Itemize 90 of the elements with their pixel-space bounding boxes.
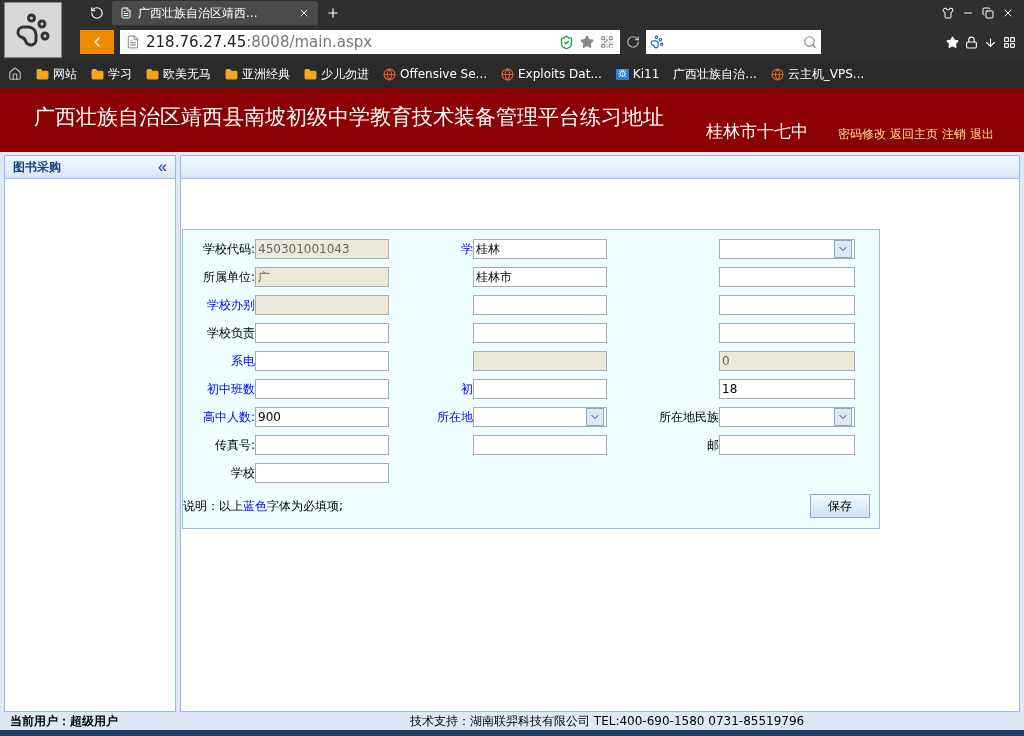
input-field[interactable] <box>473 295 607 315</box>
back-button[interactable] <box>80 30 114 54</box>
search-icon <box>803 35 817 49</box>
folder-icon <box>36 67 49 81</box>
bookmark-link[interactable]: Ki11 <box>615 67 660 81</box>
shield-icon[interactable] <box>559 34 574 50</box>
address-field[interactable]: 218.76.27.45:8008/main.aspx <box>120 30 620 54</box>
input-field[interactable] <box>255 351 389 371</box>
page-icon <box>126 35 140 49</box>
bookmark-link[interactable]: 少儿勿进 <box>304 65 369 83</box>
bookmark-link[interactable]: 亚洲经典 <box>225 65 290 83</box>
close-icon[interactable] <box>1002 7 1014 19</box>
sidebar-title: 图书采购 <box>13 158 61 176</box>
input-field[interactable] <box>255 323 389 343</box>
field-label: 所在地 <box>437 408 473 426</box>
site-title: 广西壮族自治区靖西县南坡初级中学教育技术装备管理平台练习地址 <box>34 104 664 131</box>
field-label: 传真号: <box>214 436 255 454</box>
globe-icon <box>770 67 784 81</box>
field-label: 邮 <box>707 436 719 454</box>
home-icon[interactable] <box>8 67 22 81</box>
bookmark-link[interactable]: Offensive Se... <box>383 67 488 81</box>
select-field[interactable] <box>473 407 607 427</box>
dropdown-caret-icon <box>586 408 604 426</box>
url-text: 218.76.27.45:8008/main.aspx <box>146 33 373 51</box>
field-label: 高中人数: <box>202 408 255 426</box>
support-info: 技术支持：湖南联羿科技有限公司 TEL:400-690-1580 0731-85519796 <box>410 712 805 730</box>
shirt-icon[interactable] <box>942 7 954 19</box>
input-field[interactable]: 18 <box>719 379 855 399</box>
input-field[interactable] <box>719 267 855 287</box>
bookmark-link[interactable]: 广西壮族自治... <box>673 65 757 83</box>
field-label: 学校代码: <box>202 240 255 258</box>
browser-tab[interactable]: 广西壮族自治区靖西... <box>112 1 318 25</box>
input-field[interactable]: 桂林 <box>473 239 607 259</box>
input-field[interactable] <box>473 435 607 455</box>
field-label: 学校 <box>231 464 255 482</box>
lock-icon[interactable] <box>965 35 978 49</box>
bookmark-link[interactable]: 云主机_VPS... <box>770 65 865 83</box>
input-field[interactable]: 桂林市 <box>473 267 607 287</box>
undo-icon[interactable] <box>90 6 104 20</box>
bookmark-link[interactable]: 网站 <box>36 65 77 83</box>
field-label: 学 <box>461 240 473 258</box>
input-field[interactable] <box>255 463 389 483</box>
bookmark-link[interactable]: 学习 <box>91 65 132 83</box>
bookmark-link[interactable]: Exploits Dat... <box>501 67 602 81</box>
input-field[interactable] <box>719 435 855 455</box>
folder-icon <box>225 67 238 81</box>
select-field[interactable] <box>719 239 855 259</box>
paw-icon <box>650 35 664 49</box>
header-link[interactable]: 返回主页 <box>890 126 938 143</box>
restore-icon[interactable] <box>982 7 994 19</box>
dropdown-caret-icon <box>834 408 852 426</box>
input-field[interactable] <box>719 295 855 315</box>
field-label: 系电 <box>231 352 255 370</box>
header-link[interactable]: 密码修改 <box>838 126 886 143</box>
collapse-button[interactable]: « <box>158 158 167 176</box>
school-name: 桂林市十七中 <box>706 120 808 143</box>
search-field[interactable] <box>646 30 821 54</box>
folder-icon <box>304 67 317 81</box>
qr-code-icon[interactable] <box>600 35 614 49</box>
globe-icon <box>383 67 396 81</box>
field-label: 学校办别 <box>207 296 255 314</box>
page-icon <box>120 7 132 19</box>
grid-icon[interactable] <box>1003 35 1016 49</box>
save-button[interactable]: 保存 <box>810 494 870 518</box>
bookmark-link[interactable]: 欧美无马 <box>146 65 211 83</box>
input-field[interactable] <box>255 379 389 399</box>
new-tab-icon[interactable] <box>326 6 340 20</box>
folder-icon <box>91 67 104 81</box>
field-label: 所属单位: <box>202 268 255 286</box>
input-field[interactable]: 900 <box>255 407 389 427</box>
input-field[interactable] <box>719 323 855 343</box>
close-icon[interactable] <box>298 7 310 19</box>
current-user: 当前用户：超级用户 <box>10 712 119 730</box>
download-icon[interactable] <box>984 35 997 49</box>
globe-icon <box>501 67 515 81</box>
reload-icon[interactable] <box>626 35 640 49</box>
header-link[interactable]: 退出 <box>970 126 994 143</box>
header-link[interactable]: 注销 <box>942 126 966 143</box>
form-note: 说明：以上蓝色字体为必填项; <box>183 498 344 515</box>
input-field[interactable] <box>255 435 389 455</box>
select-field[interactable] <box>719 407 855 427</box>
input-field[interactable] <box>473 379 607 399</box>
star-icon[interactable] <box>580 35 594 49</box>
field-label: 初中班数 <box>207 380 255 398</box>
field-label: 初 <box>461 380 473 398</box>
field-label: 所在地民族 <box>659 408 719 426</box>
field-label: 学校负责 <box>207 324 255 342</box>
folder-icon <box>146 67 159 81</box>
input-field[interactable] <box>473 323 607 343</box>
dropdown-caret-icon <box>834 240 852 258</box>
